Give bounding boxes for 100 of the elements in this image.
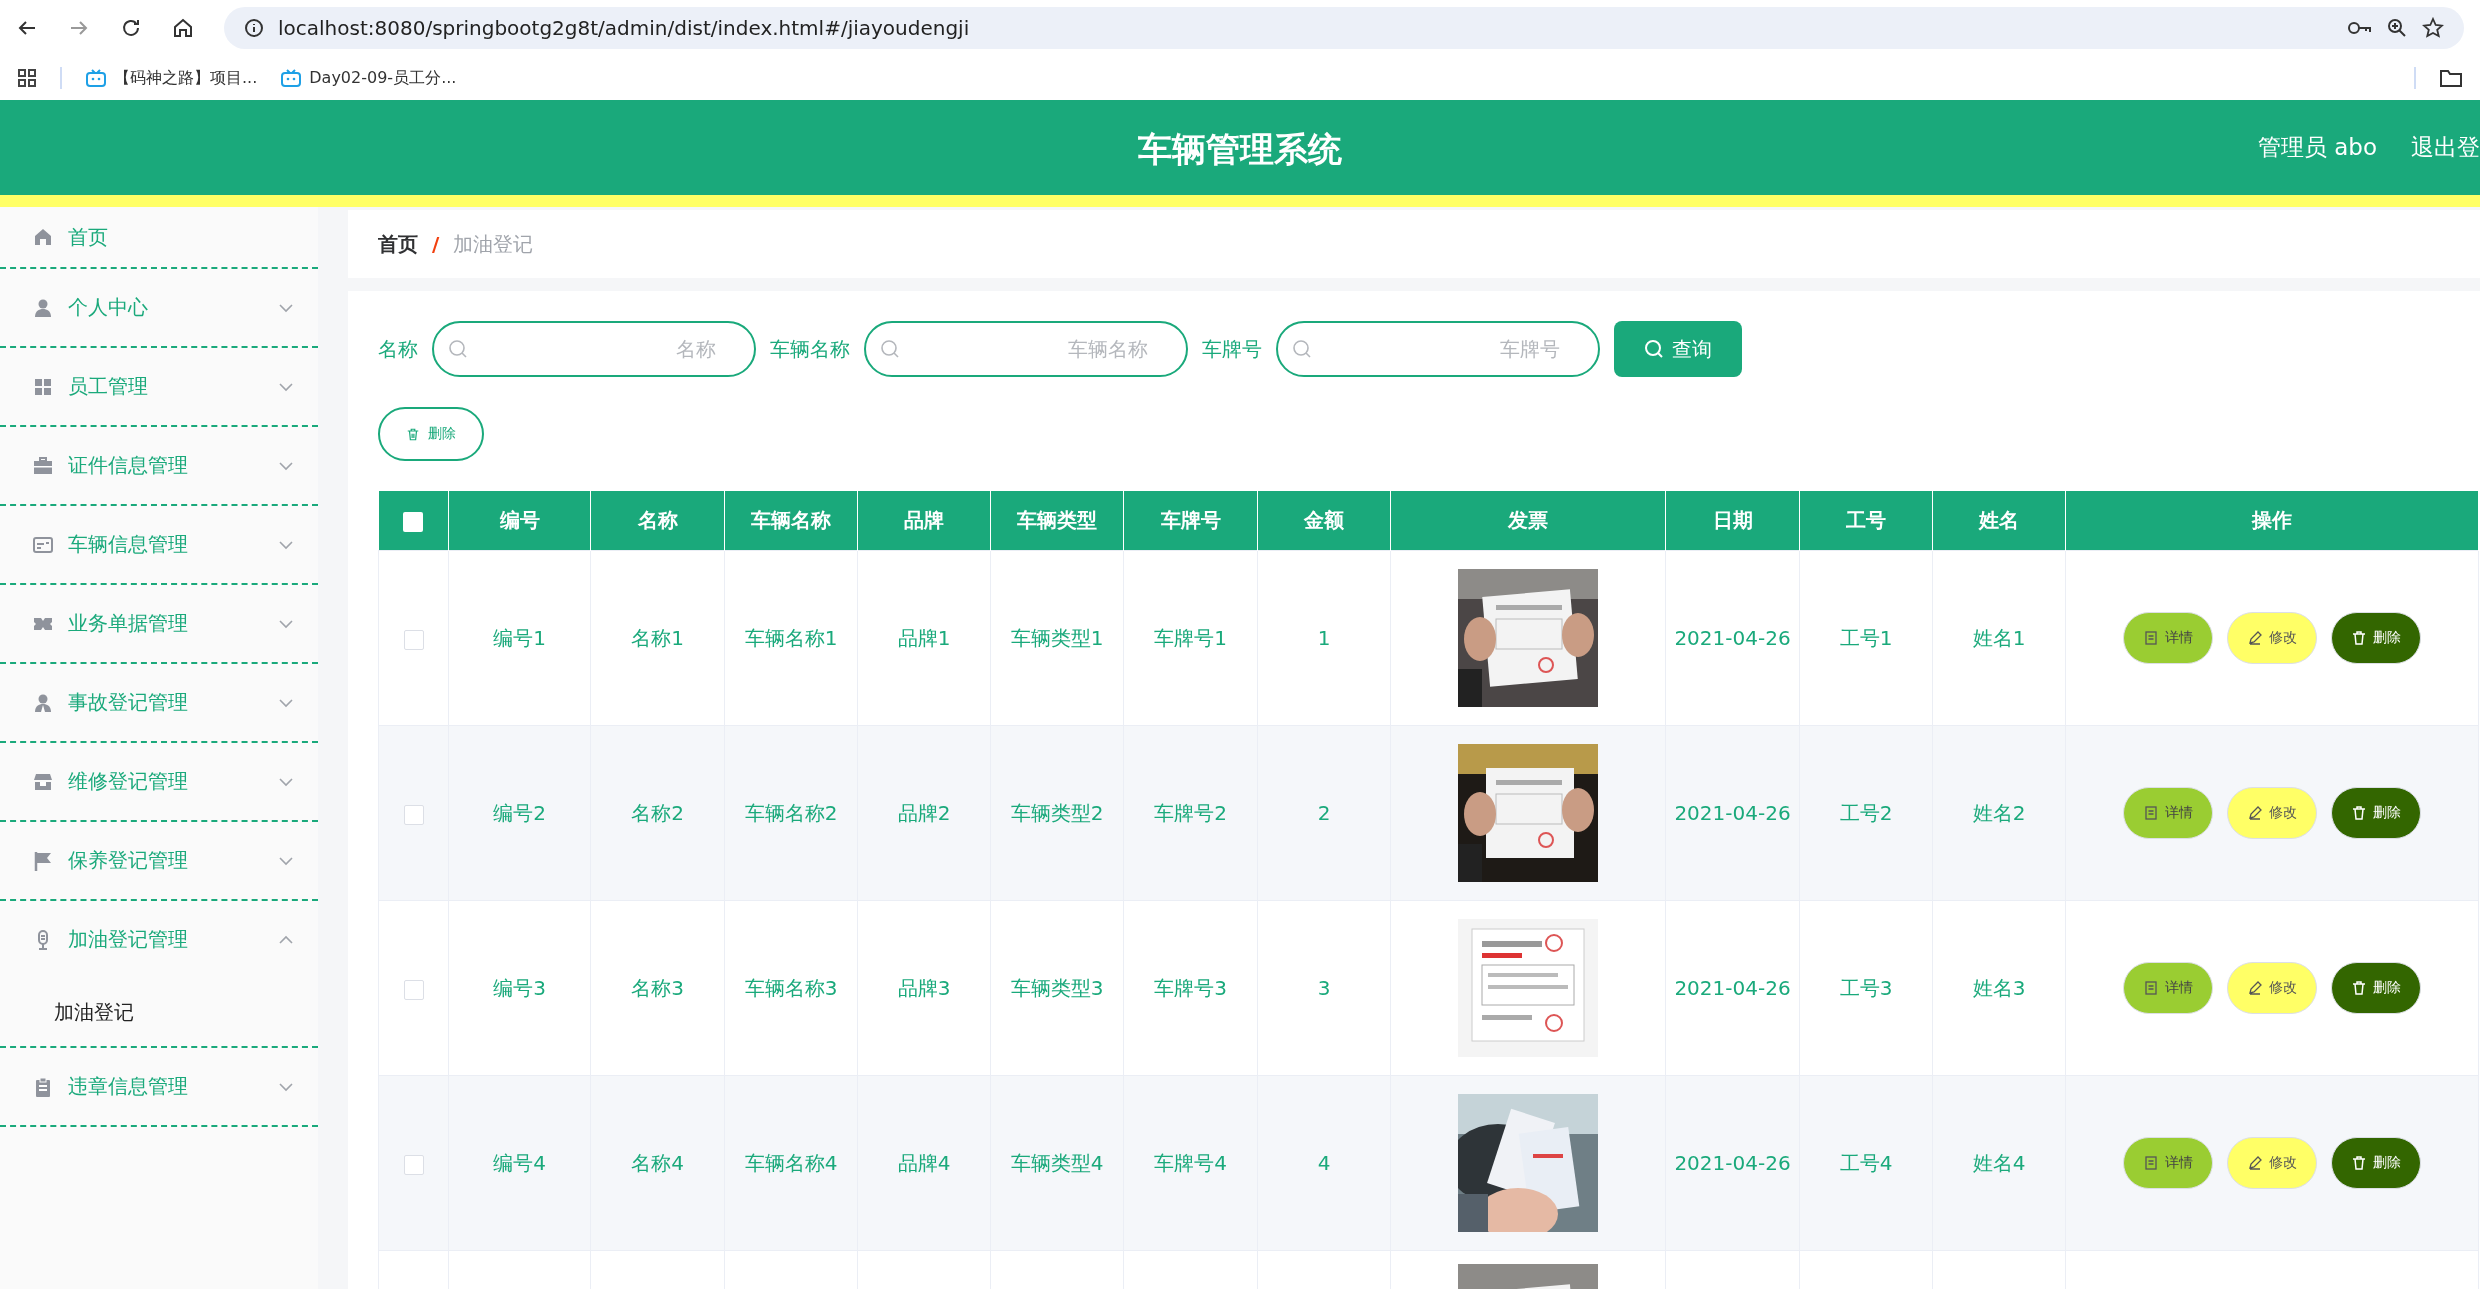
- table-cell: 车牌号2: [1154, 800, 1227, 825]
- menu-item[interactable]: 保养登记管理: [0, 822, 318, 899]
- submenu-item[interactable]: 加油登记: [0, 978, 318, 1046]
- menu-item[interactable]: 个人中心: [0, 269, 318, 346]
- table-cell: 编号3: [493, 975, 546, 1000]
- trash-icon: [2351, 630, 2367, 646]
- chevron-down-icon[interactable]: [278, 381, 294, 392]
- detail-button[interactable]: 详情: [2123, 612, 2213, 664]
- table-cell: 编号1: [493, 625, 546, 650]
- star-icon[interactable]: [2422, 17, 2444, 39]
- table-cell: 工号1: [1839, 625, 1893, 650]
- column-header: 工号: [1846, 508, 1886, 532]
- delete-button[interactable]: 删除: [2331, 787, 2421, 839]
- bookmark[interactable]: 【码神之路】项目...: [86, 67, 258, 89]
- chevron-down-icon[interactable]: [278, 1081, 294, 1092]
- pencil-icon: [2247, 630, 2263, 646]
- menu-item[interactable]: 维修登记管理: [0, 743, 318, 820]
- detail-button[interactable]: 详情: [2123, 1137, 2213, 1189]
- table-cell: 品牌4: [897, 1150, 951, 1175]
- field-label: 车牌号: [1202, 335, 1262, 363]
- pencil-icon: [2247, 1155, 2263, 1171]
- query-button[interactable]: 查询: [1614, 321, 1742, 377]
- zoom-icon[interactable]: [2386, 17, 2408, 39]
- edit-button[interactable]: 修改: [2227, 1137, 2317, 1189]
- column-header: 品牌: [904, 508, 944, 532]
- table-cell: 车辆名称3: [744, 975, 838, 1000]
- menu-item[interactable]: 加油登记管理: [0, 901, 318, 978]
- briefcase-icon: [32, 454, 54, 477]
- table-cell: 姓名4: [1972, 1150, 2026, 1175]
- app-title: 车辆管理系统: [1138, 127, 1342, 171]
- chevron-down-icon[interactable]: [278, 618, 294, 629]
- chevron-down-icon[interactable]: [278, 776, 294, 787]
- table-cell: 姓名1: [1972, 625, 2026, 650]
- apps-icon[interactable]: [18, 69, 36, 87]
- table-cell: 姓名3: [1972, 975, 2026, 1000]
- search-icon: [1644, 339, 1664, 359]
- delete-button[interactable]: 删除: [2331, 612, 2421, 664]
- column-header: 编号: [499, 508, 540, 532]
- document-icon: [2143, 630, 2159, 646]
- column-header: 车牌号: [1160, 508, 1221, 532]
- logout-link[interactable]: 退出登: [2411, 132, 2480, 163]
- menu-item[interactable]: 证件信息管理: [0, 427, 318, 504]
- table-cell: 车辆名称4: [744, 1150, 838, 1175]
- chevron-down-icon[interactable]: [278, 460, 294, 471]
- table-cell: 名称3: [631, 975, 684, 1000]
- table-cell: 车辆类型3: [1010, 975, 1104, 1000]
- row-checkbox[interactable]: [403, 979, 424, 1000]
- search-field[interactable]: 名称: [432, 321, 756, 377]
- table-cell: 编号4: [493, 1150, 546, 1175]
- table-cell: 4: [1317, 1151, 1331, 1175]
- bookmark[interactable]: Day02-09-员工分...: [281, 67, 457, 89]
- menu-item[interactable]: 违章信息管理: [0, 1048, 318, 1125]
- table-cell: 车辆类型4: [1010, 1150, 1104, 1175]
- reload-icon[interactable]: [120, 17, 142, 39]
- search-field[interactable]: 车牌号: [1276, 321, 1600, 377]
- chevron-down-icon[interactable]: [278, 302, 294, 313]
- breadcrumb-separator: /: [432, 232, 440, 256]
- chevron-down-icon[interactable]: [278, 855, 294, 866]
- chevron-down-icon[interactable]: [278, 697, 294, 708]
- chevron-up-icon[interactable]: [278, 934, 294, 945]
- column-header: 发票: [1508, 508, 1548, 532]
- row-checkbox[interactable]: [403, 804, 424, 825]
- menu-item[interactable]: 事故登记管理: [0, 664, 318, 741]
- field-label: 名称: [378, 335, 418, 363]
- table-cell: 品牌2: [897, 800, 951, 825]
- row-checkbox[interactable]: [403, 1154, 424, 1175]
- edit-button[interactable]: 修改: [2227, 612, 2317, 664]
- detail-button[interactable]: 详情: [2123, 787, 2213, 839]
- home-icon[interactable]: [172, 17, 194, 39]
- menu-item[interactable]: 员工管理: [0, 348, 318, 425]
- table-cell: 车牌号4: [1154, 1150, 1227, 1175]
- table-cell: 工号4: [1839, 1150, 1893, 1175]
- pencil-icon: [2247, 980, 2263, 996]
- chevron-down-icon[interactable]: [278, 539, 294, 550]
- row-checkbox[interactable]: [403, 629, 424, 650]
- menu-item[interactable]: 首页: [0, 207, 318, 267]
- column-header: 车辆名称: [751, 508, 831, 532]
- delete-button[interactable]: 删除: [378, 407, 484, 461]
- document-icon: [2143, 980, 2159, 996]
- edit-button[interactable]: 修改: [2227, 962, 2317, 1014]
- search-field[interactable]: 车辆名称: [864, 321, 1188, 377]
- breadcrumb-link[interactable]: 首页: [378, 230, 418, 258]
- menu-item[interactable]: 业务单据管理: [0, 585, 318, 662]
- detail-button[interactable]: 详情: [2123, 962, 2213, 1014]
- select-all-checkbox[interactable]: [403, 512, 424, 532]
- edit-button[interactable]: 修改: [2227, 787, 2317, 839]
- delete-button[interactable]: 删除: [2331, 1137, 2421, 1189]
- table-cell: 名称2: [631, 800, 684, 825]
- address-bar[interactable]: localhost:8080/springbootg2g8t/admin/dist/index.html#/jiayoudengji: [224, 7, 2464, 49]
- menu-item[interactable]: 车辆信息管理: [0, 506, 318, 583]
- folder-icon[interactable]: [2440, 69, 2462, 87]
- delete-button[interactable]: 删除: [2331, 962, 2421, 1014]
- info-icon[interactable]: [244, 18, 264, 38]
- table-cell: 1: [1317, 626, 1331, 650]
- table-cell: 车辆名称2: [744, 800, 838, 825]
- table-cell: 2021-04-26: [1674, 626, 1791, 650]
- table-cell: 车辆类型2: [1010, 800, 1104, 825]
- search-icon: [880, 339, 900, 359]
- key-icon[interactable]: [2348, 20, 2372, 36]
- column-header: 日期: [1712, 508, 1753, 532]
